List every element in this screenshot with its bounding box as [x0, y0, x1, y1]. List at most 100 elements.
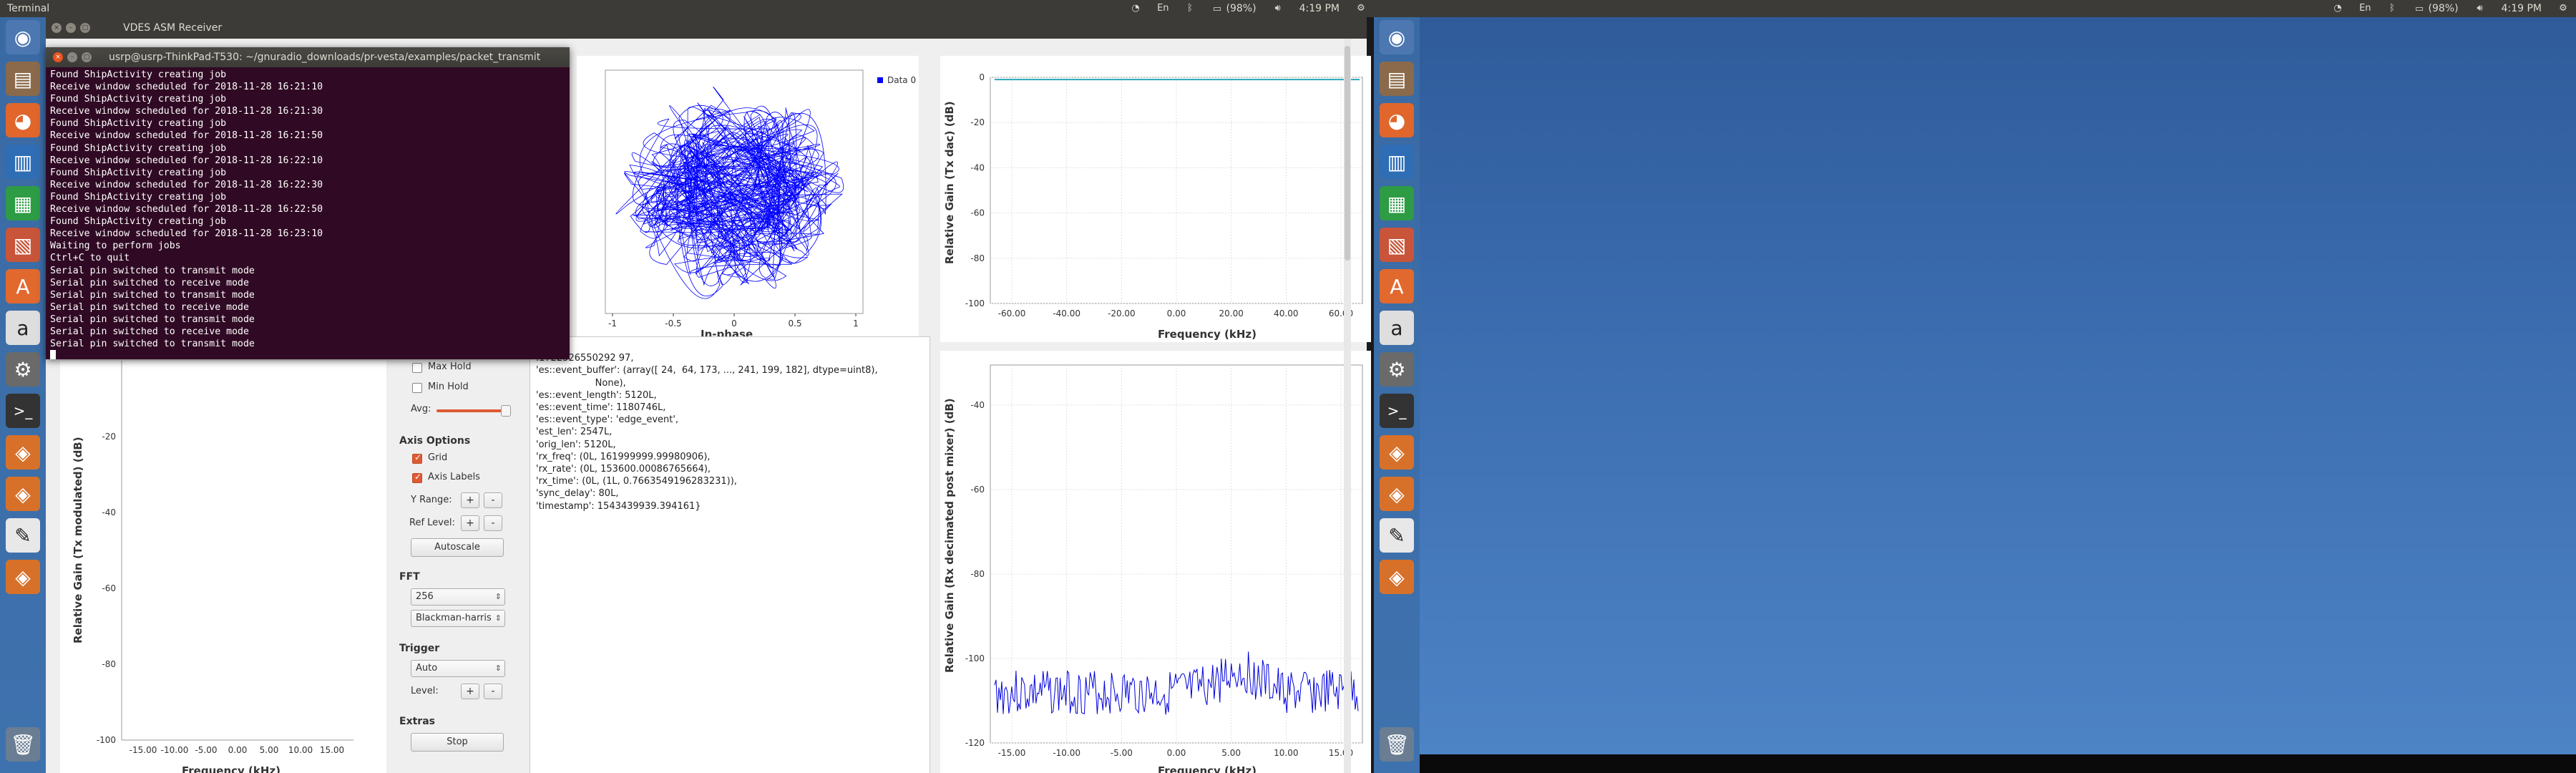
clock[interactable]: 4:19 PM	[1299, 3, 1340, 14]
axis-options-heading: Axis Options	[399, 435, 471, 447]
trigger-mode-select[interactable]: Auto	[411, 660, 505, 677]
impress-icon[interactable]: ▧	[1380, 228, 1414, 262]
y-range-minus-button[interactable]: -	[484, 492, 502, 508]
avg-slider-handle[interactable]	[501, 405, 511, 417]
ubuntu-dash-icon[interactable]: ◉	[1380, 20, 1414, 54]
text-editor-icon[interactable]: ✎	[6, 518, 40, 553]
files-icon[interactable]: ▤	[6, 62, 40, 96]
software-center-icon[interactable]: A	[6, 269, 40, 303]
gnuradio-icon[interactable]: ◈	[6, 477, 40, 511]
keyboard-layout-icon[interactable]: En	[1157, 4, 1169, 14]
terminal-titlebar[interactable]: × – □ usrp@usrp-ThinkPad-T530: ~/gnuradi…	[46, 47, 570, 67]
scrollbar-thumb[interactable]	[1345, 46, 1350, 261]
gear-icon[interactable]: ⚙	[1355, 4, 1367, 14]
tx-dac-canvas: 0 -20 -40 -60 -80 -100 -60.00 -40.00 -20.00 0.00 2…	[965, 72, 1363, 319]
settings-icon[interactable]: ⚙	[6, 352, 40, 386]
x-tick-label: -60.00	[998, 308, 1026, 319]
gnuradio-icon[interactable]: ◈	[1380, 477, 1414, 511]
firefox-icon[interactable]: ◕	[6, 103, 40, 137]
battery-indicator[interactable]: ▭ (98%)	[1211, 3, 1257, 14]
writer-icon[interactable]: ▥	[6, 145, 40, 179]
message-line: 'es::event_type': 'edge_event',	[536, 414, 679, 426]
terminal-line: Receive window scheduled for 2018-11-28 …	[50, 228, 323, 240]
min-hold-checkbox[interactable]	[412, 383, 422, 393]
desktop-background[interactable]	[1420, 17, 2576, 773]
writer-icon[interactable]: ▥	[1380, 145, 1414, 179]
max-hold-checkbox[interactable]	[412, 363, 422, 373]
close-icon[interactable]: ×	[53, 52, 63, 62]
files-icon[interactable]: ▤	[1380, 62, 1414, 96]
impress-icon[interactable]: ▧	[6, 228, 40, 262]
maximize-icon[interactable]: □	[82, 52, 92, 62]
window-title: VDES ASM Receiver	[123, 22, 223, 34]
ubuntu-dash-icon[interactable]: ◉	[6, 20, 40, 54]
volume-icon[interactable]: 🔊︎	[2474, 4, 2486, 14]
maximize-icon[interactable]: □	[80, 23, 90, 33]
amazon-icon[interactable]: a	[6, 311, 40, 345]
terminal-icon[interactable]: >_	[6, 394, 40, 428]
y-tick-label: -20	[970, 117, 985, 127]
y-tick-label: -40	[970, 400, 985, 410]
axis-labels-checkbox[interactable]	[412, 472, 422, 483]
autoscale-button[interactable]: Autoscale	[411, 538, 504, 557]
trigger-level-minus-button[interactable]: -	[484, 684, 502, 699]
avg-label: Avg:	[411, 404, 431, 414]
stop-button[interactable]: Stop	[411, 733, 504, 752]
trigger-level-label: Level:	[411, 686, 439, 696]
keyboard-layout-icon[interactable]: En	[2359, 4, 2371, 14]
minimize-icon[interactable]: –	[67, 52, 77, 62]
window-scrollbar[interactable]	[1344, 39, 1351, 773]
gnuradio-icon[interactable]: ◈	[6, 560, 40, 594]
y-tick-label: -120	[965, 738, 985, 748]
message-line: 'timestamp': 1543439939.394161}	[536, 500, 701, 512]
window-select[interactable]: Blackman-harris	[411, 610, 505, 627]
active-app-title: Terminal	[7, 3, 50, 14]
trash-icon[interactable]: 🗑︎	[6, 727, 40, 762]
bottom-bar	[1420, 754, 2576, 773]
fft-size-select[interactable]: 256	[411, 588, 505, 606]
clock[interactable]: 4:19 PM	[2502, 3, 2542, 14]
text-editor-icon[interactable]: ✎	[1380, 518, 1414, 553]
grid-checkbox[interactable]	[412, 452, 422, 464]
y-tick-label: -60	[970, 485, 985, 495]
gnuradio-icon[interactable]: ◈	[6, 435, 40, 470]
terminal-icon[interactable]: >_	[1380, 394, 1414, 428]
trigger-level-plus-button[interactable]: +	[461, 684, 479, 699]
terminal-line: Ctrl+C to quit	[50, 253, 130, 264]
bluetooth-icon[interactable]: ᛒ	[2386, 4, 2398, 14]
message-dump[interactable]: 25,.1722526550292 97,'es::event_buffer':…	[530, 336, 930, 773]
gnuradio-icon[interactable]: ◈	[1380, 560, 1414, 594]
x-tick-label: 15.00	[320, 745, 344, 755]
software-center-icon[interactable]: A	[1380, 269, 1414, 303]
y-range-plus-button[interactable]: +	[461, 492, 479, 508]
message-line: 'sync_delay': 80L,	[536, 488, 619, 500]
terminal-line: Serial pin switched to transmit mode	[50, 339, 255, 350]
terminal-line: Receive window scheduled for 2018-11-28 …	[50, 130, 323, 142]
close-icon[interactable]: ×	[52, 23, 62, 33]
terminal-title: usrp@usrp-ThinkPad-T530: ~/gnuradio_down…	[109, 52, 541, 63]
firefox-icon[interactable]: ◕	[1380, 103, 1414, 137]
terminal-output[interactable]: Found ShipActivity creating job Receive w…	[46, 67, 570, 359]
minimize-icon[interactable]: –	[66, 23, 76, 33]
constellation-plot: -1 -0.5 0 0.5 1 Data 0	[577, 56, 919, 342]
trash-icon[interactable]: 🗑︎	[1380, 727, 1414, 762]
volume-icon[interactable]: 🔊︎	[1272, 4, 1284, 14]
bluetooth-icon[interactable]: ᛒ	[1184, 4, 1196, 14]
terminal-line: Serial pin switched to receive mode	[50, 326, 249, 337]
calc-icon[interactable]: ▦	[6, 186, 40, 220]
gear-icon[interactable]: ⚙	[2557, 4, 2569, 14]
wifi-icon[interactable]: ◔	[2332, 4, 2343, 14]
amazon-icon[interactable]: a	[1380, 311, 1414, 345]
battery-indicator[interactable]: ▭ (98%)	[2414, 3, 2459, 14]
calc-icon[interactable]: ▦	[1380, 186, 1414, 220]
gnuradio-icon[interactable]: ◈	[1380, 435, 1414, 470]
ref-level-minus-button[interactable]: -	[484, 515, 502, 531]
y-tick-label: -80	[102, 659, 116, 669]
settings-icon[interactable]: ⚙	[1380, 352, 1414, 386]
wifi-icon[interactable]: ◔	[1130, 4, 1141, 14]
terminal-prompt	[50, 350, 565, 359]
avg-slider[interactable]	[436, 405, 511, 417]
ref-level-plus-button[interactable]: +	[461, 515, 479, 531]
tx-mod-xlabel: Frequency (kHz)	[182, 764, 280, 773]
window-titlebar[interactable]: × – □ VDES ASM Receiver	[46, 17, 1367, 39]
